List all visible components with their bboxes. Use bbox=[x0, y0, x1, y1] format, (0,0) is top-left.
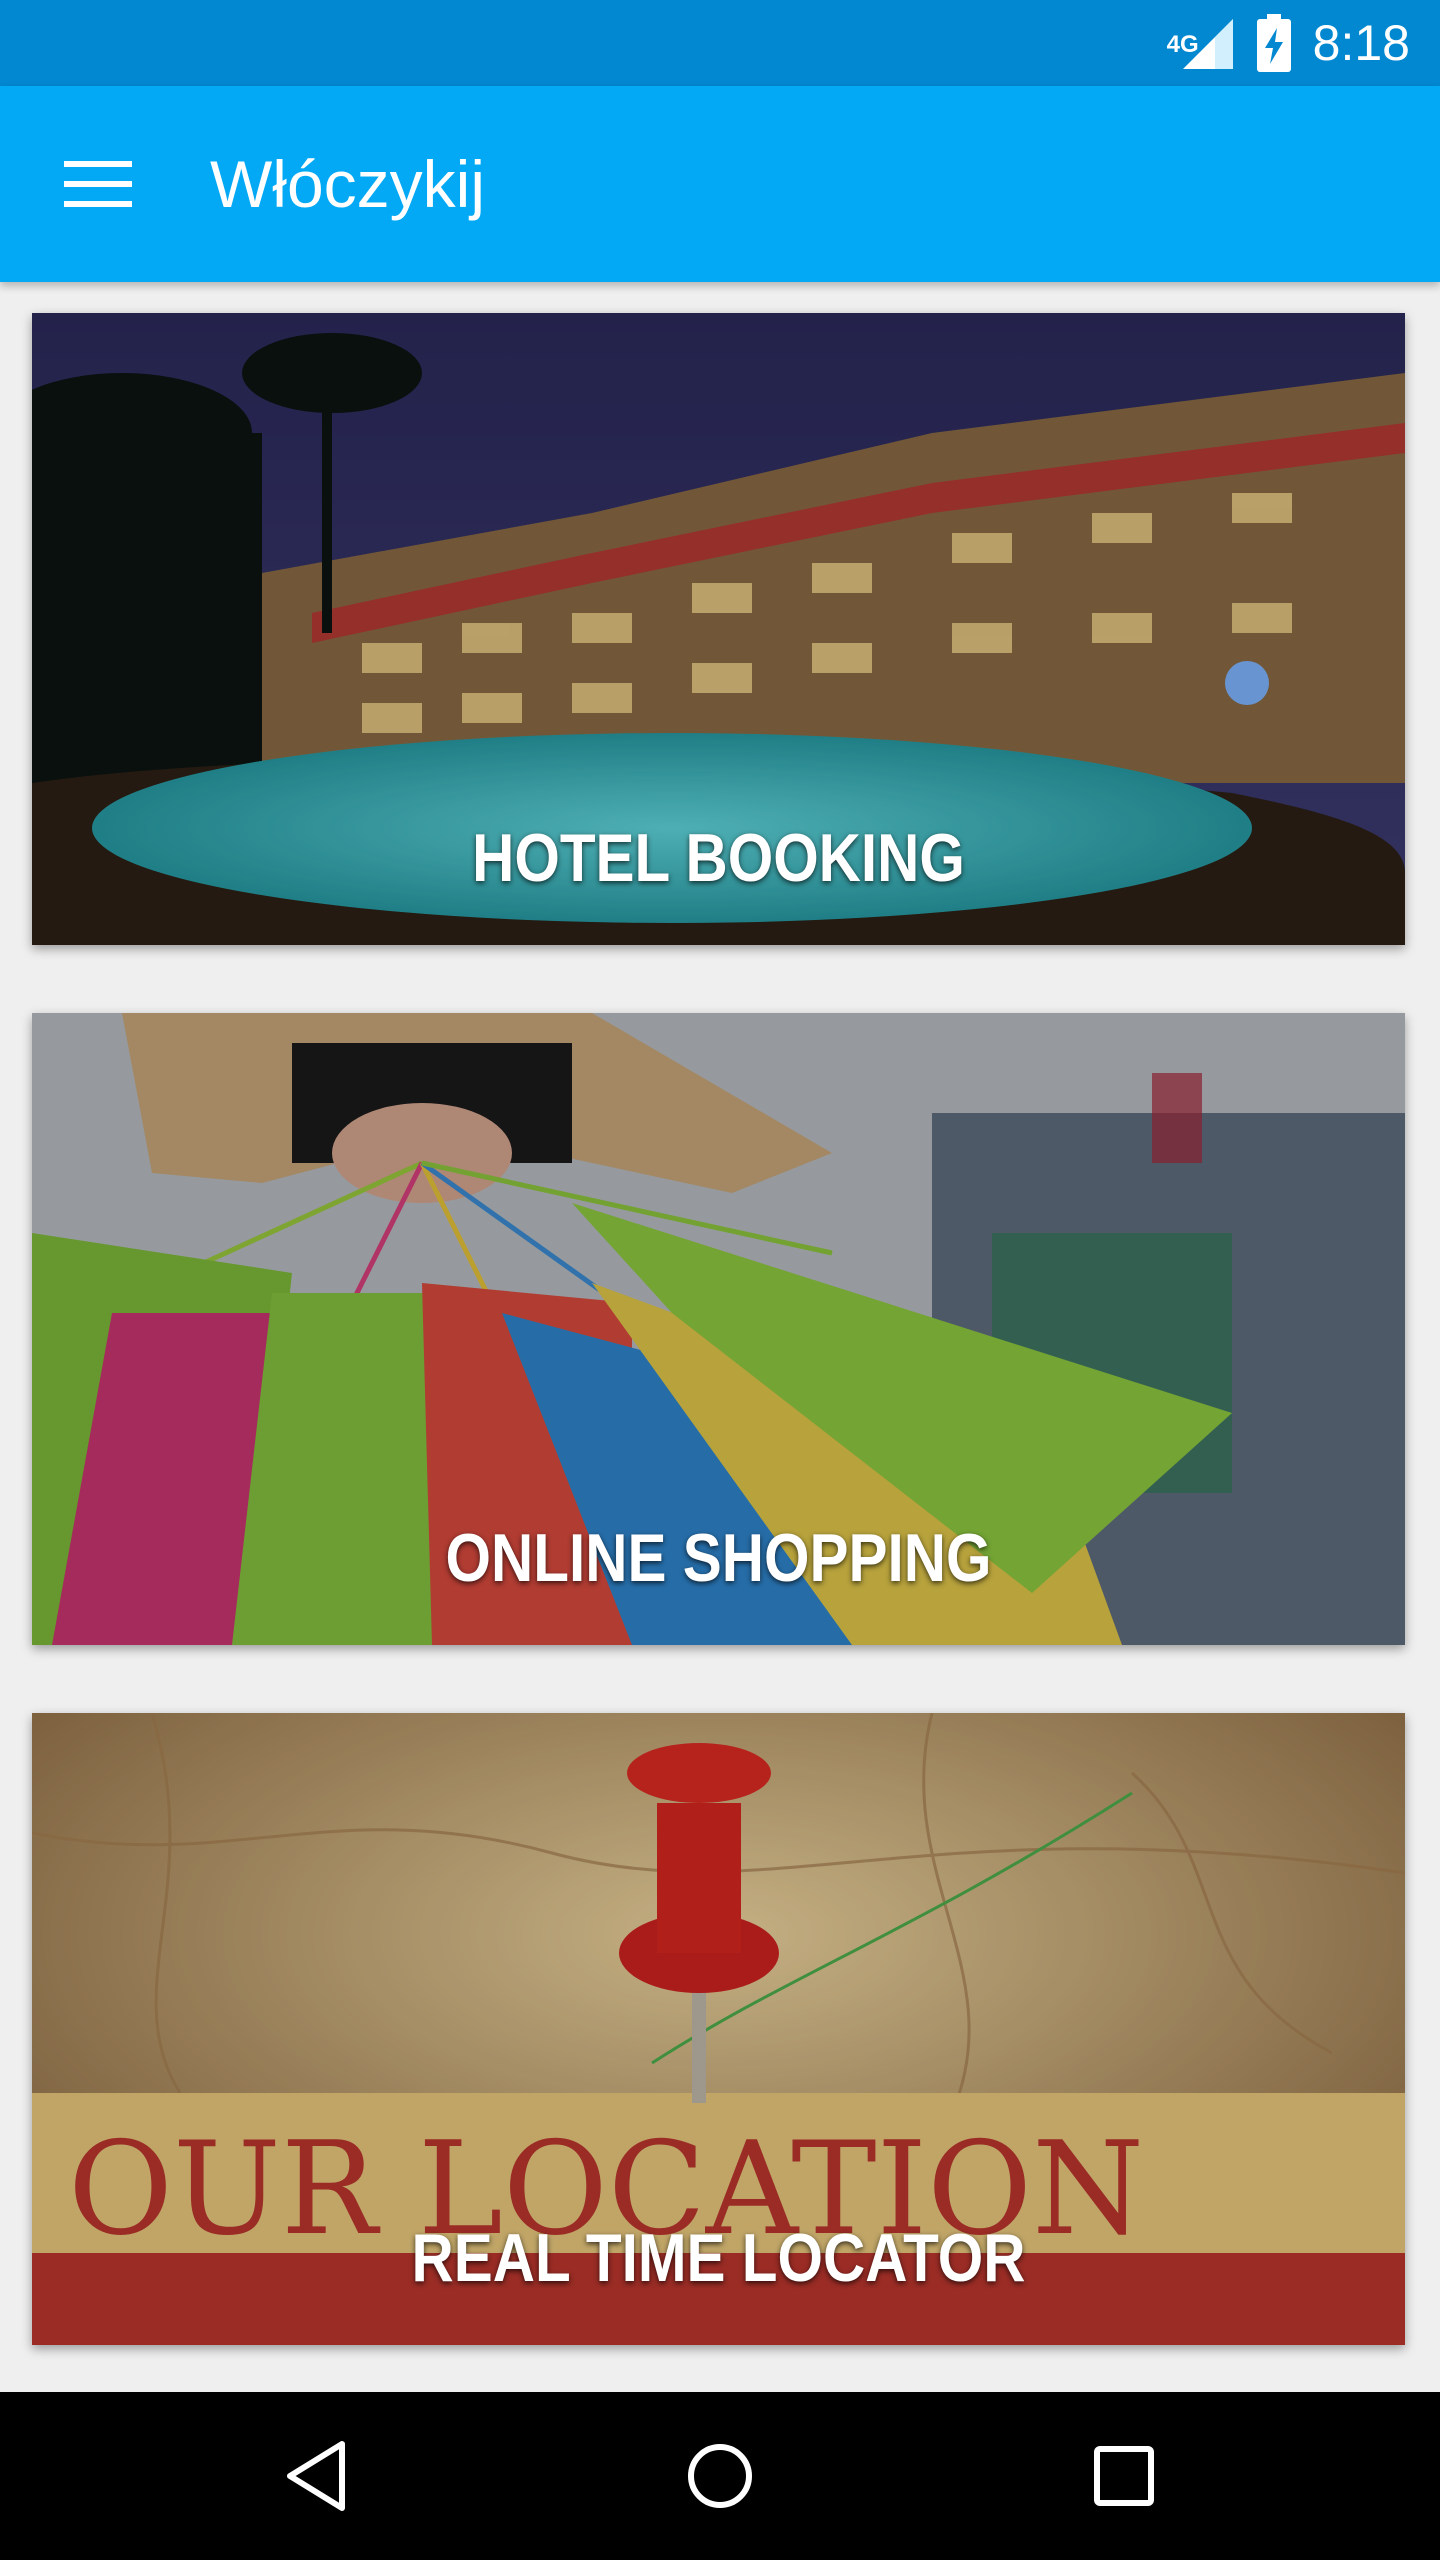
status-icons: 4G 8:18 bbox=[1167, 0, 1410, 86]
app-bar: Włóczykij bbox=[0, 86, 1440, 282]
online-shopping-card[interactable]: ONLINE SHOPPING bbox=[32, 1013, 1405, 1645]
card-label: HOTEL BOOKING bbox=[472, 820, 965, 896]
card-list: HOTEL BOOKING ONLINE SHOPPING OUR LOCATI… bbox=[0, 282, 1440, 2392]
status-time: 8:18 bbox=[1312, 15, 1410, 71]
status-bar: 4G 8:18 bbox=[0, 0, 1440, 86]
home-icon[interactable] bbox=[660, 2416, 780, 2536]
back-icon[interactable] bbox=[256, 2416, 376, 2536]
recents-icon[interactable] bbox=[1064, 2416, 1184, 2536]
hamburger-menu-icon[interactable] bbox=[38, 138, 158, 230]
navigation-bar bbox=[0, 2392, 1440, 2560]
cellular-signal-icon: 4G bbox=[1167, 13, 1235, 73]
card-label: ONLINE SHOPPING bbox=[445, 1520, 992, 1596]
network-type-label: 4G bbox=[1166, 31, 1199, 58]
battery-charging-icon bbox=[1256, 14, 1291, 72]
app-title: Włóczykij bbox=[210, 147, 485, 221]
hotel-booking-card[interactable]: HOTEL BOOKING bbox=[32, 313, 1405, 945]
card-label: REAL TIME LOCATOR bbox=[411, 2220, 1026, 2296]
real-time-locator-card[interactable]: OUR LOCATION REAL TIME LOCATOR bbox=[32, 1713, 1405, 2345]
